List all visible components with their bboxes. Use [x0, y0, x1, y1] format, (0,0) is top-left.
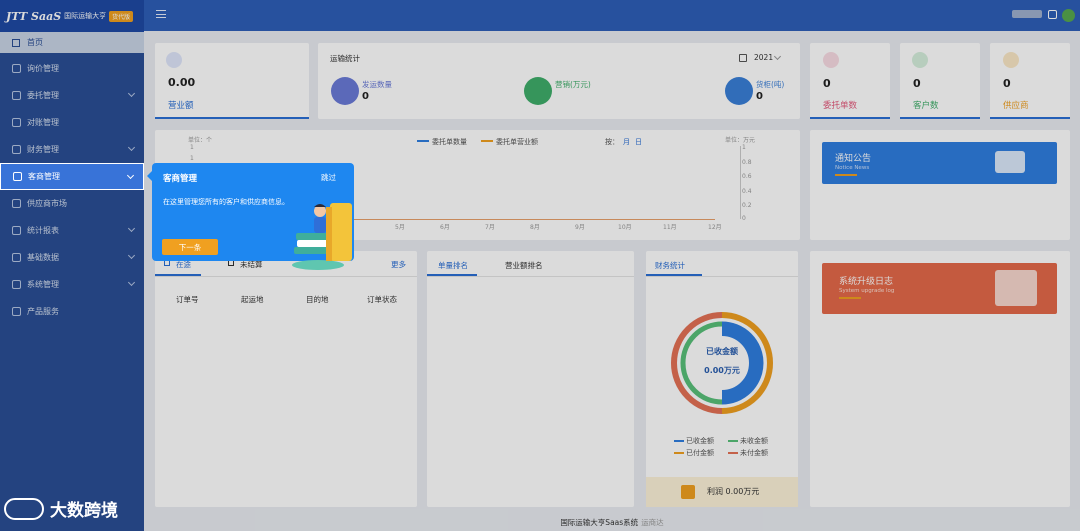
tour-title: 客商管理 [163, 174, 198, 184]
watermark: 大数跨境 [4, 496, 118, 521]
users-icon [13, 172, 22, 181]
chevron-down-icon [126, 171, 135, 180]
watermark-text: 大数跨境 [50, 501, 118, 521]
sidebar-item-customers[interactable]: 客商管理 [0, 163, 144, 190]
guide-illustration [292, 203, 352, 270]
watermark-logo-icon [4, 497, 44, 520]
sidebar-item-label: 客商管理 [28, 172, 60, 181]
tour-next-button[interactable]: 下一条 [162, 239, 218, 255]
tour-skip-button[interactable]: 跳过 [321, 172, 336, 183]
tour-backdrop[interactable] [0, 0, 1080, 531]
tour-body: 在这里管理您所有的客户和供应商信息。 [163, 198, 289, 206]
